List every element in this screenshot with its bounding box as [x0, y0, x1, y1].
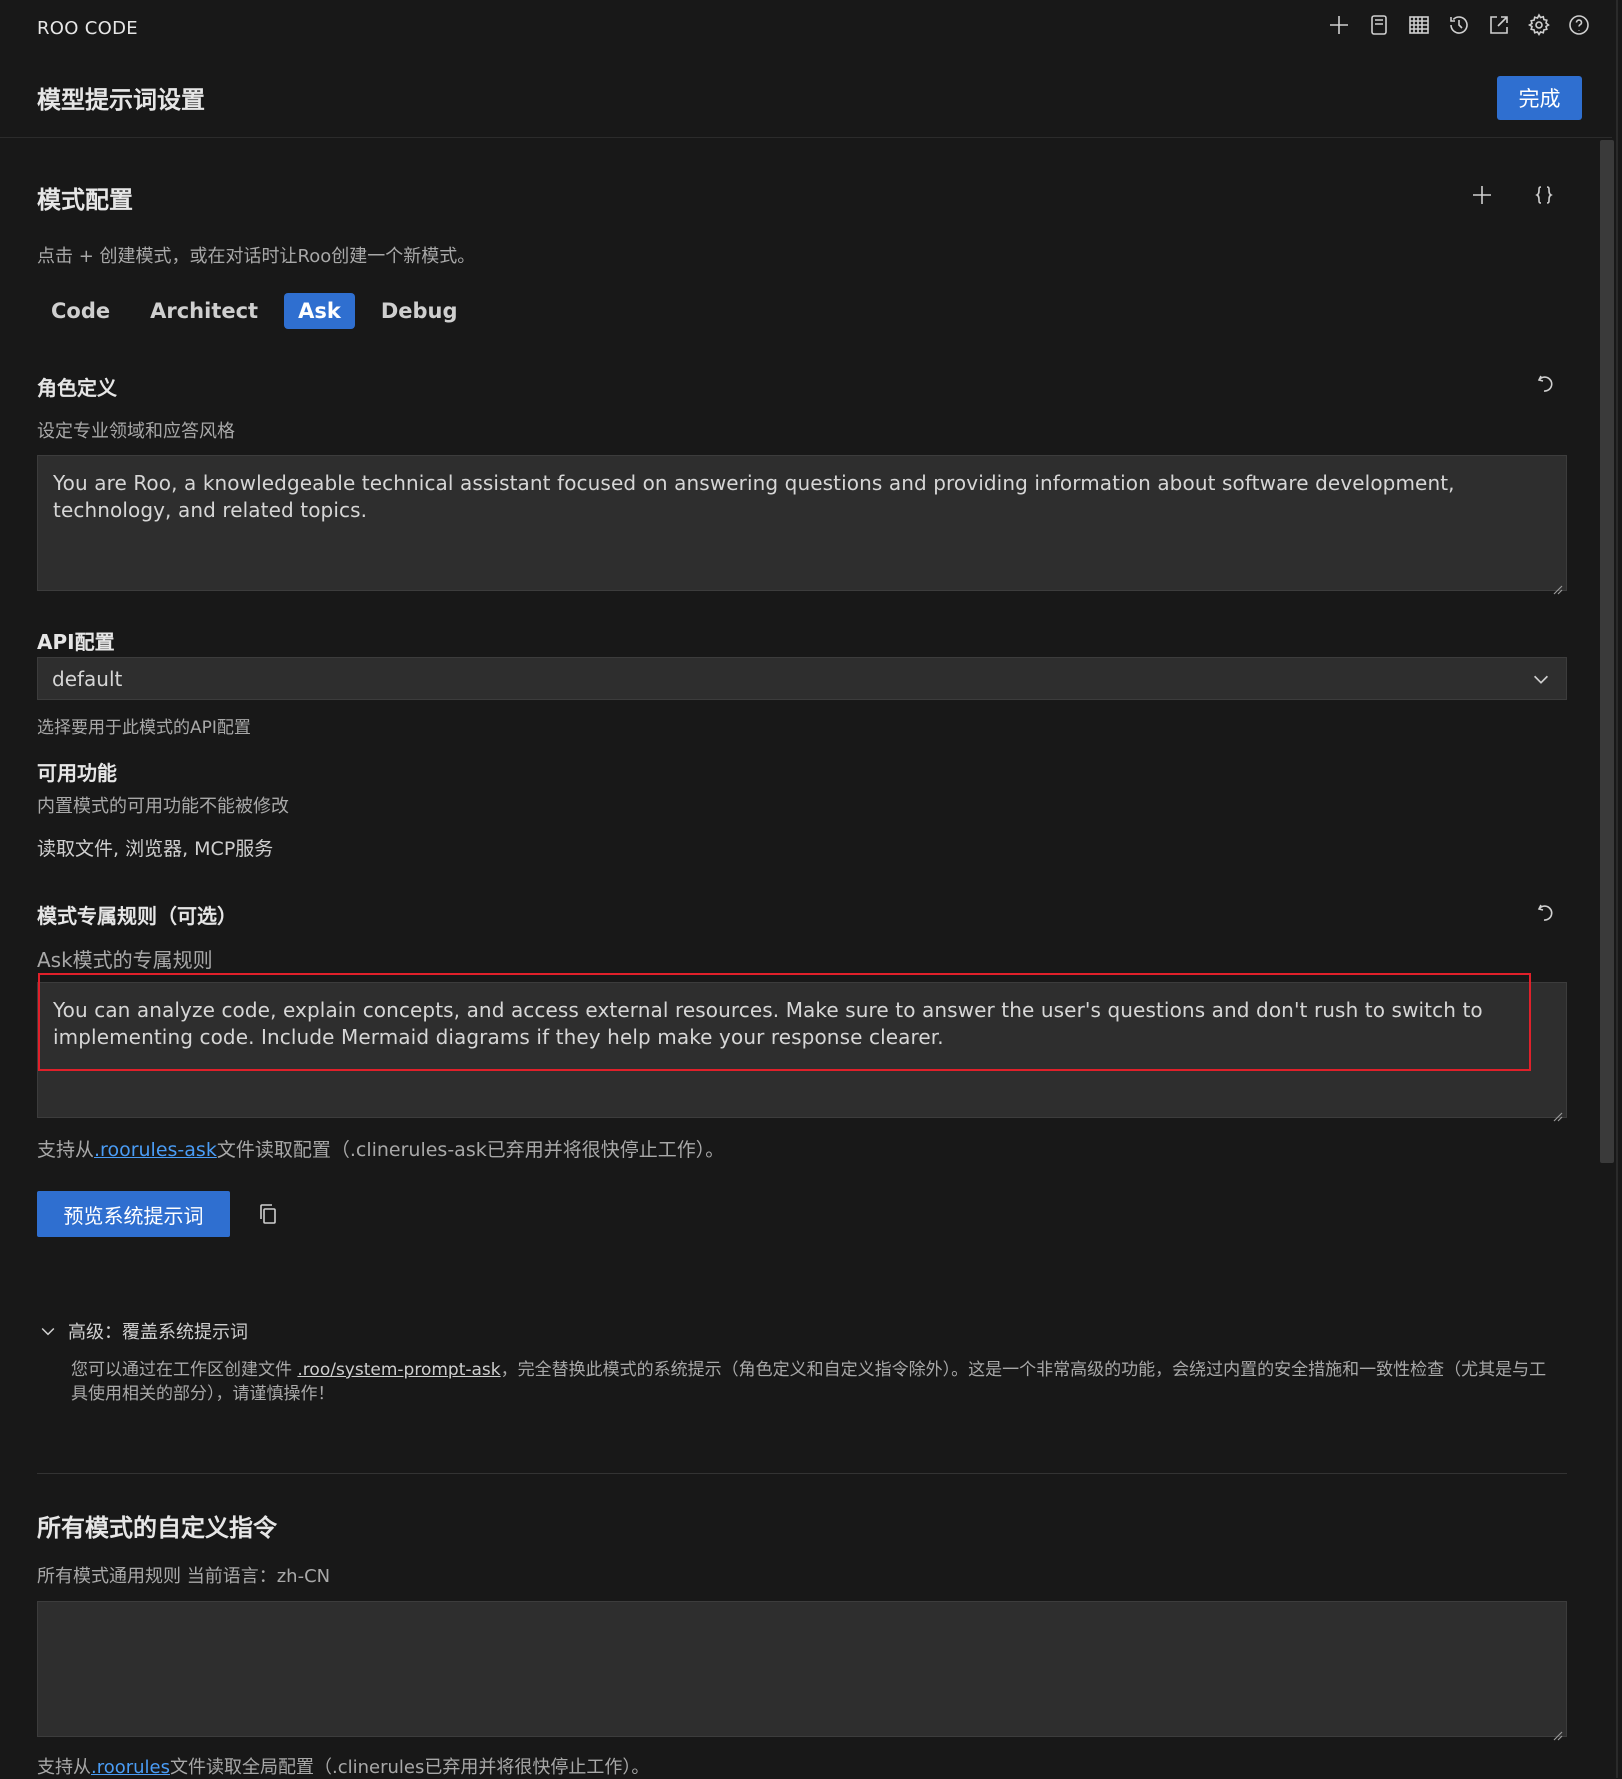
- advanced-description: 您可以通过在工作区创建文件 .roo/system-prompt-ask，完全替…: [71, 1358, 1561, 1406]
- role-description: 设定专业领域和应答风格: [37, 421, 235, 442]
- gear-icon[interactable]: [1526, 12, 1552, 38]
- resize-handle[interactable]: [1551, 575, 1563, 595]
- api-title: API配置: [37, 630, 115, 654]
- features-title: 可用功能: [37, 761, 117, 785]
- modes-title: 模式配置: [37, 186, 133, 214]
- document-icon[interactable]: [1366, 12, 1392, 38]
- tab-ask[interactable]: Ask: [284, 293, 355, 329]
- global-description: 所有模式通用规则 当前语言：zh-CN: [37, 1566, 331, 1587]
- copy-icon: [260, 1204, 276, 1224]
- reset-role-button[interactable]: [1529, 368, 1559, 398]
- history-icon[interactable]: [1446, 12, 1472, 38]
- tab-code[interactable]: Code: [37, 293, 124, 329]
- system-prompt-file-link[interactable]: .roo/system-prompt-ask: [297, 1360, 500, 1380]
- features-list: 读取文件, 浏览器, MCP服务: [37, 838, 274, 860]
- done-button[interactable]: 完成: [1497, 76, 1582, 120]
- top-toolbar: [1326, 12, 1592, 38]
- mode-tabs: Code Architect Ask Debug: [37, 293, 472, 329]
- app-title: ROO CODE: [37, 18, 138, 39]
- section-divider: [37, 1473, 1567, 1474]
- scrollbar-thumb[interactable]: [1600, 140, 1614, 1163]
- plus-icon[interactable]: [1326, 12, 1352, 38]
- rules-support-prefix: 支持从: [37, 1139, 95, 1161]
- chevron-down-icon: [41, 1327, 55, 1336]
- rules-support-suffix: 文件读取配置（.clinerules-ask已弃用并将很快停止工作）。: [216, 1139, 725, 1161]
- advanced-title: 高级：覆盖系统提示词: [68, 1322, 248, 1343]
- tab-architect[interactable]: Architect: [136, 293, 272, 329]
- global-instructions-textarea[interactable]: [37, 1601, 1567, 1741]
- api-config-value: default: [52, 666, 123, 691]
- modes-description: 点击 + 创建模式，或在对话时让Roo创建一个新模式。: [37, 246, 476, 267]
- advanced-toggle[interactable]: 高级：覆盖系统提示词: [38, 1318, 248, 1344]
- server-icon[interactable]: [1406, 12, 1432, 38]
- global-support-note: 支持从.roorules文件读取全局配置（.clinerules已弃用并将很快停…: [37, 1753, 649, 1779]
- global-support-prefix: 支持从: [37, 1757, 91, 1778]
- panel-edge: [1616, 0, 1618, 1778]
- external-link-icon[interactable]: [1486, 12, 1512, 38]
- undo-icon: [1537, 375, 1553, 392]
- edit-modes-json-button[interactable]: [1529, 180, 1559, 210]
- api-hint: 选择要用于此模式的API配置: [37, 718, 251, 738]
- rules-description: Ask模式的专属规则: [37, 948, 213, 972]
- rules-title: 模式专属规则（可选）: [37, 904, 237, 928]
- tab-debug[interactable]: Debug: [367, 293, 472, 329]
- role-definition-text: You are Roo, a knowledgeable technical a…: [53, 471, 1455, 522]
- features-description: 内置模式的可用功能不能被修改: [37, 796, 289, 817]
- advanced-text-prefix: 您可以通过在工作区创建文件: [71, 1360, 298, 1380]
- resize-handle[interactable]: [1551, 1721, 1563, 1741]
- header-divider: [0, 137, 1612, 138]
- global-support-suffix: 文件读取全局配置（.clinerules已弃用并将很快停止工作）。: [170, 1757, 650, 1778]
- reset-rules-button[interactable]: [1529, 897, 1559, 927]
- copy-button[interactable]: [253, 1199, 283, 1229]
- highlight-box: [38, 973, 1531, 1071]
- roorules-link[interactable]: .roorules: [91, 1757, 170, 1778]
- preview-system-prompt-button[interactable]: 预览系统提示词: [37, 1191, 230, 1237]
- undo-icon: [1537, 904, 1553, 921]
- rules-support-note: 支持从.roorules-ask文件读取配置（.clinerules-ask已弃…: [37, 1135, 724, 1162]
- braces-icon: [1535, 186, 1553, 204]
- role-definition-textarea[interactable]: You are Roo, a knowledgeable technical a…: [37, 455, 1567, 595]
- chevron-down-icon: [1530, 668, 1552, 690]
- plus-icon: [1473, 186, 1491, 204]
- add-mode-button[interactable]: [1467, 180, 1497, 210]
- resize-handle[interactable]: [1551, 1102, 1563, 1122]
- page-title: 模型提示词设置: [37, 86, 205, 114]
- global-title: 所有模式的自定义指令: [37, 1514, 277, 1542]
- roorules-ask-link[interactable]: .roorules-ask: [94, 1139, 217, 1161]
- role-title: 角色定义: [37, 376, 117, 400]
- help-icon[interactable]: [1566, 12, 1592, 38]
- api-config-select[interactable]: default: [37, 657, 1567, 700]
